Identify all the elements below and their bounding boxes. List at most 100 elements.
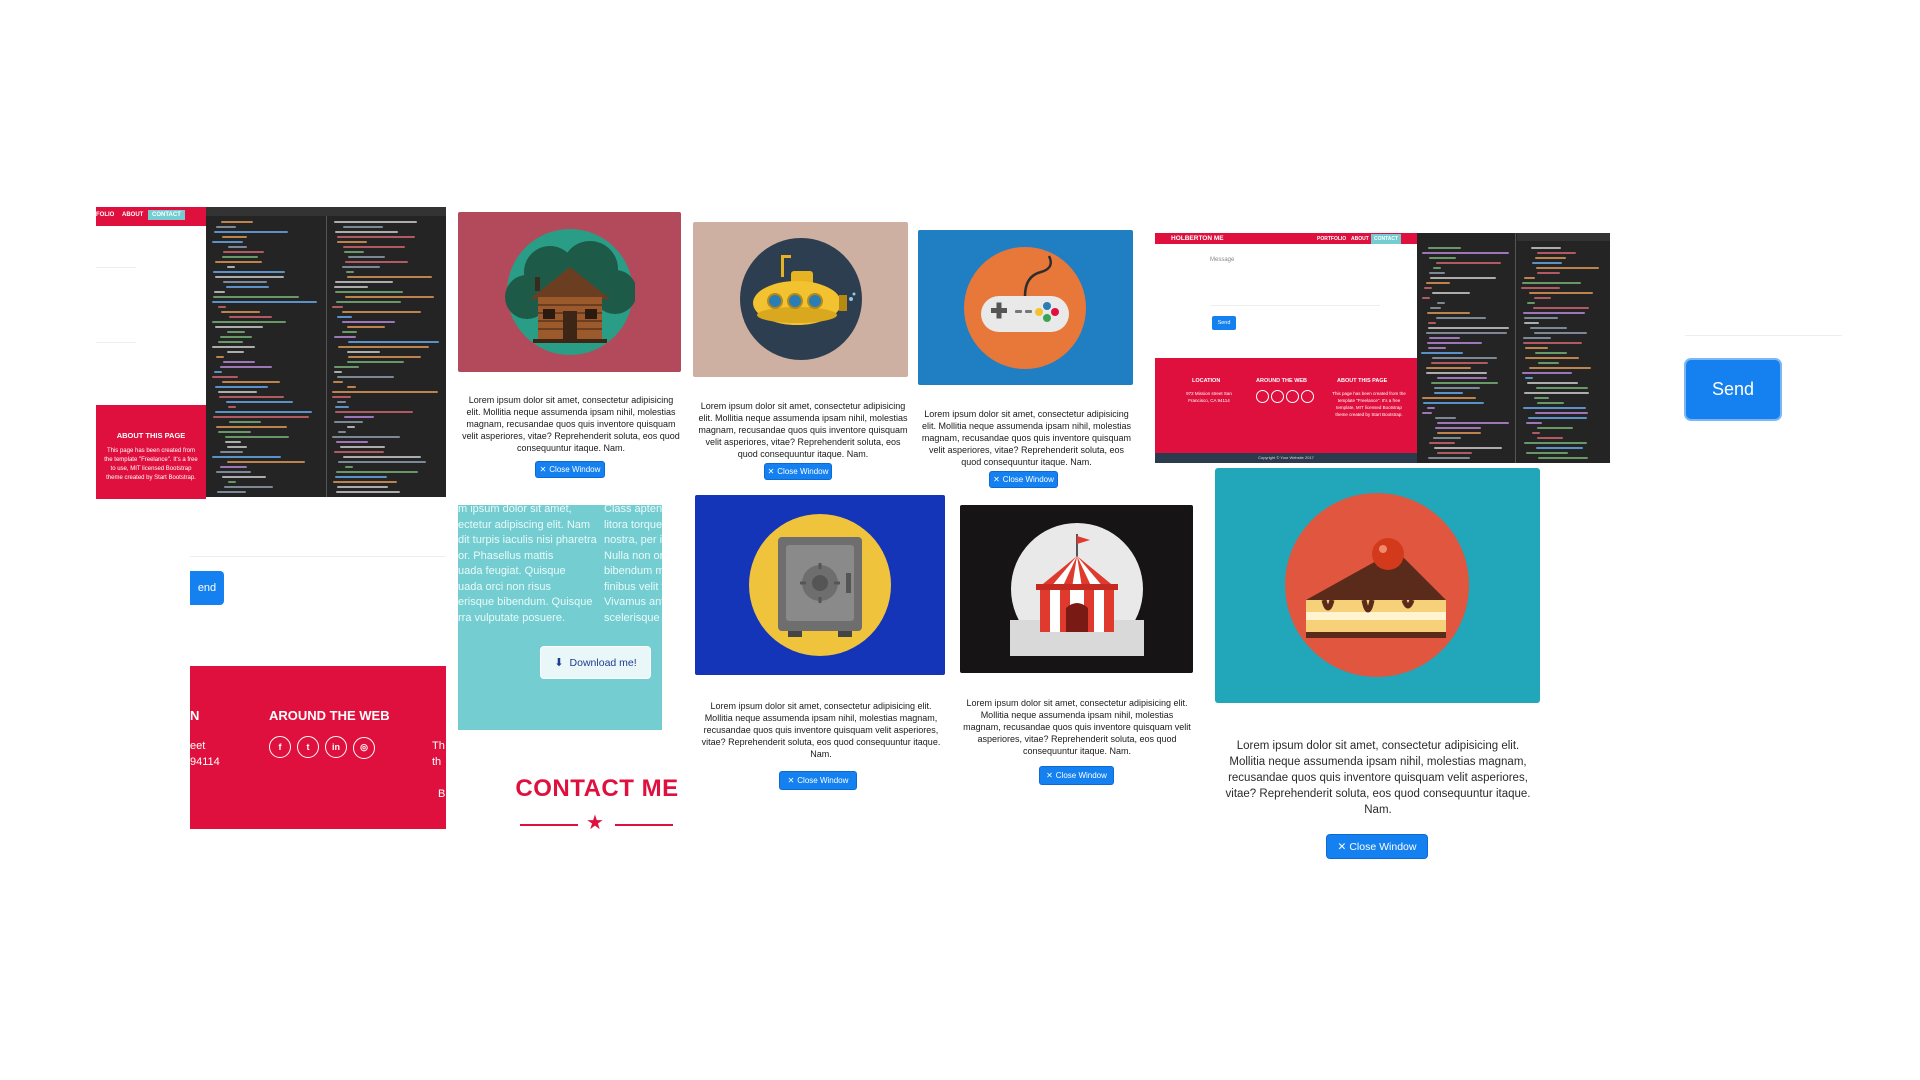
code-line xyxy=(337,486,388,488)
about-text-line: or. Phasellus mattis xyxy=(458,549,554,562)
send-button-small[interactable]: Send xyxy=(1212,316,1236,330)
code-line xyxy=(1521,287,1560,289)
code-line xyxy=(221,311,260,313)
code-line xyxy=(1426,372,1487,374)
nav-about[interactable]: ABOUT xyxy=(1351,236,1369,242)
about-column-2: Class aptent taciti so litora torquent pe… xyxy=(604,505,662,626)
left-send-button-partial[interactable]: end xyxy=(190,571,224,605)
nav-portfolio[interactable]: PORTFOLIO xyxy=(1317,236,1346,242)
portfolio-tile-safe[interactable] xyxy=(695,495,945,675)
twitter-icon[interactable]: t xyxy=(297,736,319,758)
code-line xyxy=(334,336,356,338)
right-screenshot: HOLBERTON ME PORTFOLIO ABOUT CONTACT Mes… xyxy=(1155,233,1610,463)
code-line xyxy=(220,451,243,453)
copyright-text: Copyright © Your Website 2017 xyxy=(1258,455,1314,460)
devtools-panel-right xyxy=(1417,233,1610,463)
code-line xyxy=(342,321,395,323)
code-line xyxy=(1534,297,1551,299)
code-line xyxy=(1432,292,1470,294)
code-line xyxy=(332,436,400,438)
linkedin-icon[interactable] xyxy=(1286,390,1299,403)
code-line xyxy=(1428,347,1446,349)
code-line xyxy=(1522,372,1572,374)
linkedin-icon[interactable]: in xyxy=(325,736,347,758)
code-line xyxy=(342,266,380,268)
code-line xyxy=(227,331,245,333)
portfolio-tile-cake[interactable] xyxy=(1215,468,1540,703)
close-window-button[interactable]: ✕ Close Window xyxy=(765,464,831,479)
portfolio-tile-gamepad[interactable] xyxy=(918,230,1133,385)
send-button[interactable]: Send xyxy=(1686,360,1780,419)
facebook-icon[interactable]: f xyxy=(269,736,291,758)
code-line xyxy=(222,381,280,383)
message-field[interactable] xyxy=(1210,267,1380,306)
about-text-line: nostra, per inceptos xyxy=(604,534,662,546)
code-line xyxy=(217,491,246,493)
code-line xyxy=(227,461,305,463)
devtools-splitter[interactable] xyxy=(1515,233,1516,463)
dribbble-icon[interactable] xyxy=(1301,390,1314,403)
dribbble-icon[interactable]: ◎ xyxy=(353,736,375,759)
download-button[interactable]: ⬇ Download me! xyxy=(540,646,651,679)
code-line xyxy=(212,301,317,303)
close-window-button[interactable]: ✕ Close Window xyxy=(990,472,1057,487)
code-line xyxy=(1537,402,1564,404)
code-line xyxy=(1437,377,1487,379)
about-cut-3: B xyxy=(438,788,446,800)
right-navbar: HOLBERTON ME PORTFOLIO ABOUT CONTACT xyxy=(1155,233,1417,244)
code-line xyxy=(334,286,368,288)
portfolio-tile-cabin[interactable] xyxy=(458,212,681,372)
twitter-icon[interactable] xyxy=(1271,390,1284,403)
code-line xyxy=(334,421,363,423)
code-line xyxy=(333,381,343,383)
close-window-label: Close Window xyxy=(549,465,601,474)
download-label: Download me! xyxy=(569,656,637,669)
code-line xyxy=(1531,247,1561,249)
code-line xyxy=(220,466,247,468)
nav-contact[interactable]: CONTACT xyxy=(148,210,185,220)
close-window-button[interactable]: ✕ Close Window xyxy=(536,462,604,477)
nav-about[interactable]: ABOUT xyxy=(122,212,143,218)
about-text: This page has been created from the temp… xyxy=(1332,391,1406,417)
close-window-button[interactable]: ✕ Close Window xyxy=(1040,767,1113,784)
code-line xyxy=(215,261,262,263)
code-line xyxy=(1423,402,1484,404)
download-icon: ⬇ xyxy=(554,657,564,669)
portfolio-tile-submarine[interactable] xyxy=(693,222,908,377)
about-text-line: dit turpis iaculis nisi pharetra xyxy=(458,534,597,546)
code-line xyxy=(348,341,439,343)
code-line xyxy=(215,326,263,328)
code-line xyxy=(215,386,268,388)
code-line xyxy=(226,286,269,288)
code-line xyxy=(1530,327,1567,329)
close-window-button[interactable]: ✕ Close Window xyxy=(1327,835,1427,858)
form-divider xyxy=(96,342,136,343)
code-line xyxy=(1427,342,1482,344)
code-line xyxy=(228,481,236,483)
devtools-splitter[interactable] xyxy=(326,216,327,497)
code-line xyxy=(1525,357,1579,359)
code-line xyxy=(228,246,247,248)
code-line xyxy=(1429,257,1456,259)
left-screenshot: FOLIO ABOUT CONTACT ABOUT THIS PAGE This… xyxy=(96,207,446,499)
code-line xyxy=(212,321,286,323)
code-line xyxy=(1432,357,1497,359)
code-line xyxy=(1424,287,1432,289)
partial-footer: N eet 94114 AROUND THE WEB f t in ◎ Th th B xyxy=(190,666,446,829)
code-line xyxy=(345,466,353,468)
close-icon: ✕ xyxy=(787,776,795,785)
social-links: f t in ◎ xyxy=(269,736,381,759)
code-line xyxy=(229,421,261,423)
code-line xyxy=(1527,302,1535,304)
code-line xyxy=(1523,312,1585,314)
nav-portfolio[interactable]: FOLIO xyxy=(96,212,114,218)
code-line xyxy=(1435,427,1481,429)
close-window-button[interactable]: ✕ Close Window xyxy=(780,772,856,789)
divider-line-right xyxy=(615,824,673,826)
nav-contact[interactable]: CONTACT xyxy=(1371,234,1402,244)
portfolio-tile-circus[interactable] xyxy=(960,505,1193,673)
code-line xyxy=(1434,387,1480,389)
facebook-icon[interactable] xyxy=(1256,390,1269,403)
code-line xyxy=(213,296,299,298)
brand[interactable]: HOLBERTON ME xyxy=(1171,235,1224,242)
